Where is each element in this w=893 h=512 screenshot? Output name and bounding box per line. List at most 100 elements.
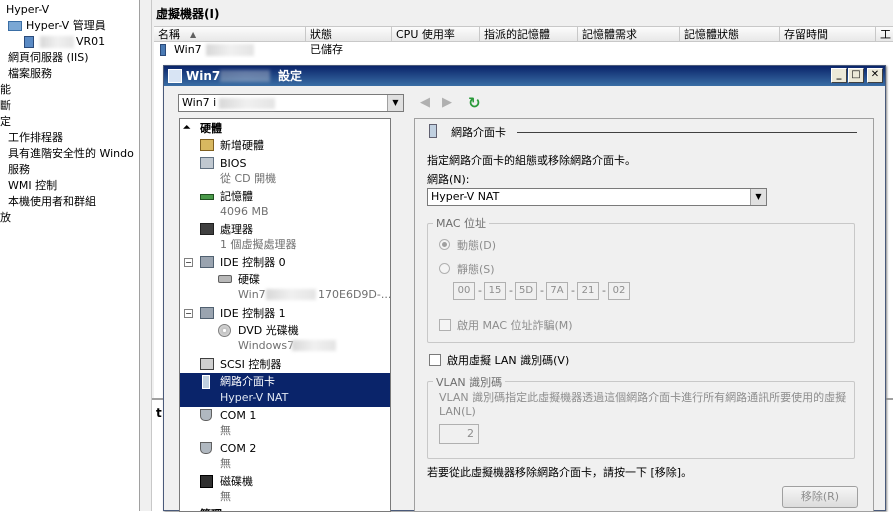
col-memory-status[interactable]: 記憶體狀態 (680, 27, 780, 42)
tree-item-task-scheduler[interactable]: 工作排程器 (8, 130, 63, 146)
hard-disk-icon (218, 275, 232, 283)
nav-buttons: ◀ ▶ ↻ (416, 94, 486, 113)
remove-button[interactable]: 移除(R) (782, 486, 858, 508)
network-select[interactable]: Hyper-V NAT ▼ (427, 188, 767, 206)
settings-icon (168, 69, 182, 83)
hw-ide-1[interactable]: − IDE 控制器 1 (180, 305, 390, 322)
tree-item-local-users[interactable]: 本機使用者和群組 (8, 194, 96, 210)
tree-item-storage[interactable]: 放 (0, 210, 11, 226)
col-uptime[interactable]: 存留時間 (780, 27, 876, 42)
network-adapter-icon (202, 375, 210, 389)
hw-add-hardware[interactable]: 新增硬體 (180, 137, 390, 154)
mac-octet-5[interactable]: 21 (577, 282, 599, 300)
mac-octet-2[interactable]: 15 (484, 282, 506, 300)
vm-selector[interactable]: Win7 i ▼ (178, 94, 404, 112)
tree-item-services[interactable]: 服務 (8, 162, 30, 178)
maximize-button[interactable]: □ (848, 68, 864, 83)
hw-sub: Hyper-V NAT (220, 391, 289, 404)
mac-separator: - (571, 284, 575, 297)
collapse-icon[interactable]: − (184, 258, 193, 267)
vm-status: 已儲存 (310, 43, 343, 56)
section-hardware-label: 硬體 (200, 122, 222, 135)
mac-octet-1[interactable]: 00 (453, 282, 475, 300)
tree-item-configuration[interactable]: 定 (0, 114, 11, 130)
tree-item-hyperv-manager[interactable]: Hyper-V 管理員 (26, 18, 106, 34)
section-heading: 網路介面卡 (451, 126, 506, 139)
hw-label: 新增硬體 (220, 139, 264, 152)
mac-octet-6[interactable]: 02 (608, 282, 630, 300)
hw-label: IDE 控制器 0 (220, 256, 286, 269)
chevron-down-icon[interactable]: ▼ (750, 189, 766, 205)
col-assigned-memory[interactable]: 指派的記憶體 (480, 27, 578, 42)
mac-static-radio[interactable] (439, 263, 450, 274)
ide-controller-icon (200, 307, 214, 319)
vlan-enable-label: 啟用虛擬 LAN 識別碼(V) (447, 354, 570, 367)
splitter[interactable] (140, 0, 152, 511)
bios-icon (200, 157, 214, 169)
network-label: 網路(N): (427, 173, 470, 186)
tree-item-wmi[interactable]: WMI 控制 (8, 178, 57, 194)
network-select-value: Hyper-V NAT (431, 190, 500, 203)
vm-list-header: 名稱 ▲ 狀態 CPU 使用率 指派的記憶體 記憶體需求 記憶體狀態 存留時間 工 (154, 26, 893, 42)
hw-sub: Windows7 (238, 339, 295, 352)
refresh-icon[interactable]: ↻ (468, 94, 481, 112)
hw-sub: Win7 (238, 288, 266, 301)
hw-com1-detail: 無 (180, 422, 390, 439)
section-management[interactable]: ⏶ 管理 (180, 506, 390, 511)
close-button[interactable]: ✕ (867, 68, 883, 83)
tree-item-file-services[interactable]: 檔案服務 (8, 66, 52, 82)
chevron-down-icon[interactable]: ▼ (387, 95, 403, 111)
tree-item-features[interactable]: 能 (0, 82, 11, 98)
settings-dialog: Win7 設定 _ □ ✕ Win7 i ▼ ◀ ▶ ↻ ⏶ 硬體 新增硬體 B… (163, 65, 886, 512)
col-memory-demand[interactable]: 記憶體需求 (578, 27, 680, 42)
hw-sub: 4096 MB (220, 205, 269, 218)
hw-sub: 無 (220, 457, 231, 470)
vlan-group-label: VLAN 識別碼 (433, 374, 506, 390)
col-name[interactable]: 名稱 ▲ (154, 27, 306, 42)
collapse-icon[interactable]: − (184, 309, 193, 318)
vm-icon (160, 44, 166, 56)
hw-sub-2: 170E6D9D-... (318, 288, 391, 301)
hw-processor-detail: 1 個虛擬處理器 (180, 236, 390, 253)
hw-sub: 無 (220, 424, 231, 437)
description-text: 指定網路介面卡的組態或移除網路介面卡。 (427, 154, 636, 167)
mac-octet-3[interactable]: 5D (515, 282, 537, 300)
mac-spoof-checkbox[interactable] (439, 319, 451, 331)
mac-octet-4[interactable]: 7A (546, 282, 568, 300)
tree-item-firewall[interactable]: 具有進階安全性的 Windo (8, 146, 134, 162)
collapse-icon: ⏶ (183, 123, 191, 133)
col-status[interactable]: 狀態 (306, 27, 392, 42)
col-cpu[interactable]: CPU 使用率 (392, 27, 480, 42)
remove-hint: 若要從此虛擬機器移除網路介面卡，請按一下 [移除]。 (427, 466, 693, 479)
hw-label: 網路介面卡 (220, 375, 275, 388)
hw-bios-detail: 從 CD 開機 (180, 170, 390, 187)
tree-item-diagnostics[interactable]: 斷 (0, 98, 11, 114)
col-more[interactable]: 工 (876, 27, 893, 42)
vlan-enable-checkbox[interactable] (429, 354, 441, 366)
hw-network-adapter[interactable]: 網路介面卡 Hyper-V NAT (180, 373, 390, 407)
tree-item-iis[interactable]: 網頁伺服器 (IIS) (8, 50, 89, 66)
forward-arrow-icon[interactable]: ▶ (442, 95, 452, 110)
heading-divider (517, 132, 857, 133)
hw-scsi[interactable]: SCSI 控制器 (180, 356, 390, 373)
com-port-icon (200, 409, 212, 421)
hw-diskette-detail: 無 (180, 488, 390, 505)
hyperv-manager-icon (8, 18, 22, 34)
minimize-button[interactable]: _ (831, 68, 847, 83)
vm-row[interactable]: Win7 已儲存 (154, 42, 893, 58)
vlan-id-input[interactable]: 2 (439, 424, 479, 444)
mac-separator: - (509, 284, 513, 297)
vm-selector-value: Win7 i (182, 96, 217, 109)
section-hardware[interactable]: ⏶ 硬體 (180, 120, 390, 137)
memory-icon (200, 194, 214, 200)
dialog-titlebar[interactable]: Win7 設定 _ □ ✕ (164, 66, 885, 86)
tree-item-server[interactable]: VR01 (76, 34, 105, 50)
mac-separator: - (478, 284, 482, 297)
hw-ide-0[interactable]: − IDE 控制器 0 (180, 254, 390, 271)
add-hardware-icon (200, 139, 214, 151)
mac-separator: - (602, 284, 606, 297)
back-arrow-icon[interactable]: ◀ (420, 95, 430, 110)
mac-dynamic-radio[interactable] (439, 239, 450, 250)
mac-group-label: MAC 位址 (433, 215, 489, 231)
tree-item-hyperv[interactable]: Hyper-V (6, 2, 49, 18)
